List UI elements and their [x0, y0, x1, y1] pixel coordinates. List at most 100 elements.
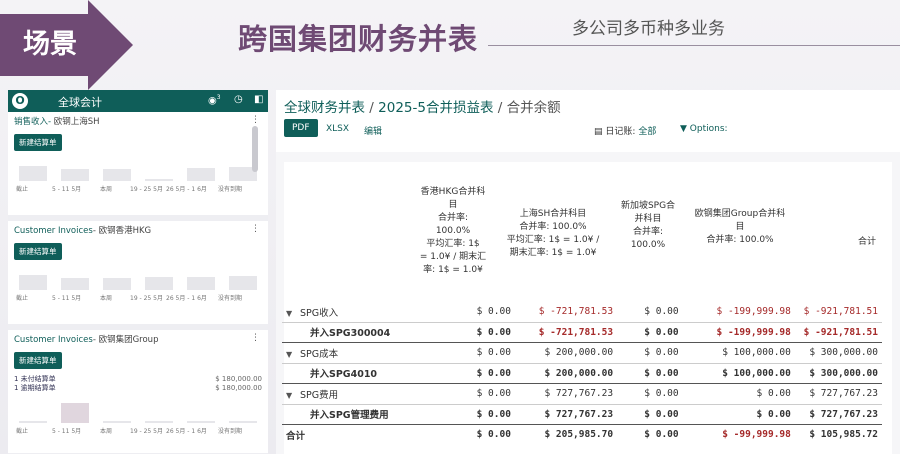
- aging-bar[interactable]: [187, 277, 215, 290]
- amount-cell[interactable]: $ 727,767.23: [794, 404, 882, 425]
- aging-bar[interactable]: [61, 403, 89, 423]
- journal-card-title-suffix: 欧钢上海SH: [53, 117, 100, 127]
- amount-cell[interactable]: $ -921,781.51: [794, 302, 882, 323]
- journal-card-title[interactable]: Customer Invoices- 欧钢香港HKG: [14, 224, 262, 238]
- chat-icon[interactable]: ◉3: [208, 94, 221, 106]
- aging-bar-label: 26 5月 - 1 6月: [166, 428, 207, 435]
- aging-bar[interactable]: [229, 421, 257, 423]
- amount-cell[interactable]: $ 727,767.23: [514, 383, 618, 405]
- row-label[interactable]: ▼ SPG费用: [282, 383, 453, 405]
- pdf-button[interactable]: PDF: [284, 119, 318, 137]
- card-menu-icon[interactable]: ⋮: [251, 224, 260, 234]
- amount-cell[interactable]: $ -199,999.98: [682, 302, 795, 323]
- aging-bar[interactable]: [229, 276, 257, 290]
- account-summary-amount: $ 180,000.00: [215, 384, 262, 392]
- amount-cell[interactable]: $ 0.00: [617, 302, 683, 323]
- aging-bar[interactable]: [19, 421, 47, 423]
- column-header-line: 期末汇率: 1$ = 1.0¥: [509, 248, 597, 258]
- aging-bar[interactable]: [103, 169, 131, 181]
- xlsx-button[interactable]: XLSX: [326, 120, 349, 138]
- column-header-line: 率: 1$ = 1.0¥: [423, 265, 483, 275]
- amount-cell[interactable]: $ 0.00: [682, 404, 795, 425]
- breadcrumb-item-pl[interactable]: 2025-5合并损益表: [378, 100, 493, 116]
- aging-bar[interactable]: [103, 421, 131, 423]
- aging-bar-label: 本周: [100, 428, 113, 435]
- amount-cell[interactable]: $ 300,000.00: [794, 363, 882, 384]
- odoo-logo-icon[interactable]: O: [12, 93, 28, 109]
- mobile-scrollbar[interactable]: [252, 126, 258, 172]
- amount-cell[interactable]: $ 200,000.00: [514, 342, 618, 364]
- aging-bar[interactable]: [19, 275, 47, 290]
- journal-card-title[interactable]: 销售收入- 欧钢上海SH: [14, 115, 262, 129]
- aging-bar[interactable]: [187, 168, 215, 181]
- amount-cell[interactable]: $ 727,767.23: [514, 404, 618, 425]
- breadcrumb-item-group-consolidation[interactable]: 全球财务并表: [284, 100, 365, 116]
- scene-tag: 场景: [23, 29, 77, 60]
- row-label[interactable]: 并入SPG300004: [282, 322, 453, 343]
- breadcrumb-item-current: 合并余额: [506, 100, 561, 116]
- row-label[interactable]: 并入SPG管理费用: [282, 404, 453, 425]
- new-statement-button[interactable]: 新建结算单: [14, 352, 62, 369]
- aging-bar[interactable]: [145, 179, 173, 181]
- edit-button[interactable]: 编辑: [364, 120, 382, 141]
- table-row: 合计 $ 0.00 $ 205,985.70 $ 0.00 $ -99,999.98 $ …: [282, 425, 882, 445]
- amount-cell[interactable]: $ 727,767.23: [794, 383, 882, 405]
- amount-cell[interactable]: $ 0.00: [452, 363, 515, 384]
- amount-cell[interactable]: $ -921,781.51: [794, 322, 882, 343]
- aging-bar[interactable]: [19, 166, 47, 181]
- new-statement-button[interactable]: 新建结算单: [14, 134, 62, 151]
- amount-cell[interactable]: $ -721,781.53: [514, 302, 618, 323]
- amount-cell[interactable]: $ 0.00: [617, 425, 683, 445]
- amount-cell[interactable]: $ -199,999.98: [682, 322, 795, 343]
- journal-card: Customer Invoices- 欧钢集团Group ⋮ 新建结算单 1 未付结算…: [8, 330, 268, 454]
- title-divider: [488, 45, 900, 46]
- amount-cell[interactable]: $ 200,000.00: [514, 363, 618, 384]
- amount-cell[interactable]: $ -721,781.53: [514, 322, 618, 343]
- amount-cell[interactable]: $ 205,985.70: [515, 425, 617, 445]
- table-row[interactable]: ▼ SPG费用 $ 0.00 $ 727,767.23 $ 0.00 $ 0.00 $ 72…: [282, 383, 882, 405]
- row-label[interactable]: ▼ SPG收入: [282, 302, 453, 323]
- aging-bar[interactable]: [61, 169, 89, 181]
- caret-down-icon[interactable]: ▼: [286, 350, 300, 359]
- caret-down-icon[interactable]: ▼: [286, 391, 300, 400]
- amount-cell[interactable]: $ 300,000.00: [794, 342, 882, 364]
- amount-cell[interactable]: $ 0.00: [617, 342, 683, 364]
- column-header-line: 合并率: 100.0%: [706, 235, 774, 245]
- amount-cell[interactable]: $ 0.00: [452, 383, 515, 405]
- aging-bar[interactable]: [103, 278, 131, 290]
- amount-cell[interactable]: $ 105,985.72: [795, 425, 882, 445]
- table-row[interactable]: ▼ SPG成本 $ 0.00 $ 200,000.00 $ 0.00 $ 100,000.…: [282, 342, 882, 364]
- amount-cell[interactable]: $ 0.00: [453, 425, 515, 445]
- amount-cell[interactable]: $ 0.00: [617, 404, 683, 425]
- account-summary-row[interactable]: 1 未付结算单 $ 180,000.00: [14, 375, 262, 384]
- new-statement-button[interactable]: 新建结算单: [14, 243, 62, 260]
- amount-cell[interactable]: $ 0.00: [617, 363, 683, 384]
- account-summary-row[interactable]: 1 逾期结算单 $ 180,000.00: [14, 384, 262, 393]
- amount-cell[interactable]: $ 0.00: [452, 404, 515, 425]
- amount-cell[interactable]: $ 0.00: [617, 383, 683, 405]
- amount-cell[interactable]: $ 100,000.00: [682, 363, 795, 384]
- amount-cell[interactable]: $ 0.00: [452, 342, 515, 364]
- row-label[interactable]: 并入SPG4010: [282, 363, 453, 384]
- amount-cell[interactable]: $ 0.00: [452, 322, 515, 343]
- caret-down-icon[interactable]: ▼: [286, 309, 300, 318]
- card-menu-icon[interactable]: ⋮: [251, 115, 260, 125]
- card-menu-icon[interactable]: ⋮: [251, 333, 260, 343]
- amount-cell[interactable]: $ 0.00: [617, 322, 683, 343]
- aging-bar[interactable]: [61, 278, 89, 290]
- amount-cell[interactable]: $ 0.00: [452, 302, 515, 323]
- clock-icon[interactable]: ◷: [234, 94, 243, 105]
- options-filter[interactable]: ▼ Options:: [680, 120, 728, 138]
- journal-filter[interactable]: ▤ 日记账: 全部: [594, 120, 656, 141]
- aging-bar[interactable]: [187, 421, 215, 423]
- column-header-line: 并科目: [634, 214, 662, 224]
- table-row[interactable]: ▼ SPG收入 $ 0.00 $ -721,781.53 $ 0.00 $ -199,99…: [282, 302, 882, 323]
- amount-cell[interactable]: $ -99,999.98: [683, 425, 795, 445]
- journal-card-title[interactable]: Customer Invoices- 欧钢集团Group: [14, 333, 262, 347]
- layout-toggle-icon[interactable]: ◧: [254, 94, 263, 105]
- row-label[interactable]: ▼ SPG成本: [282, 342, 453, 364]
- aging-bar[interactable]: [145, 277, 173, 290]
- aging-bar[interactable]: [145, 421, 173, 423]
- amount-cell[interactable]: $ 100,000.00: [682, 342, 795, 364]
- amount-cell[interactable]: $ 0.00: [682, 383, 795, 405]
